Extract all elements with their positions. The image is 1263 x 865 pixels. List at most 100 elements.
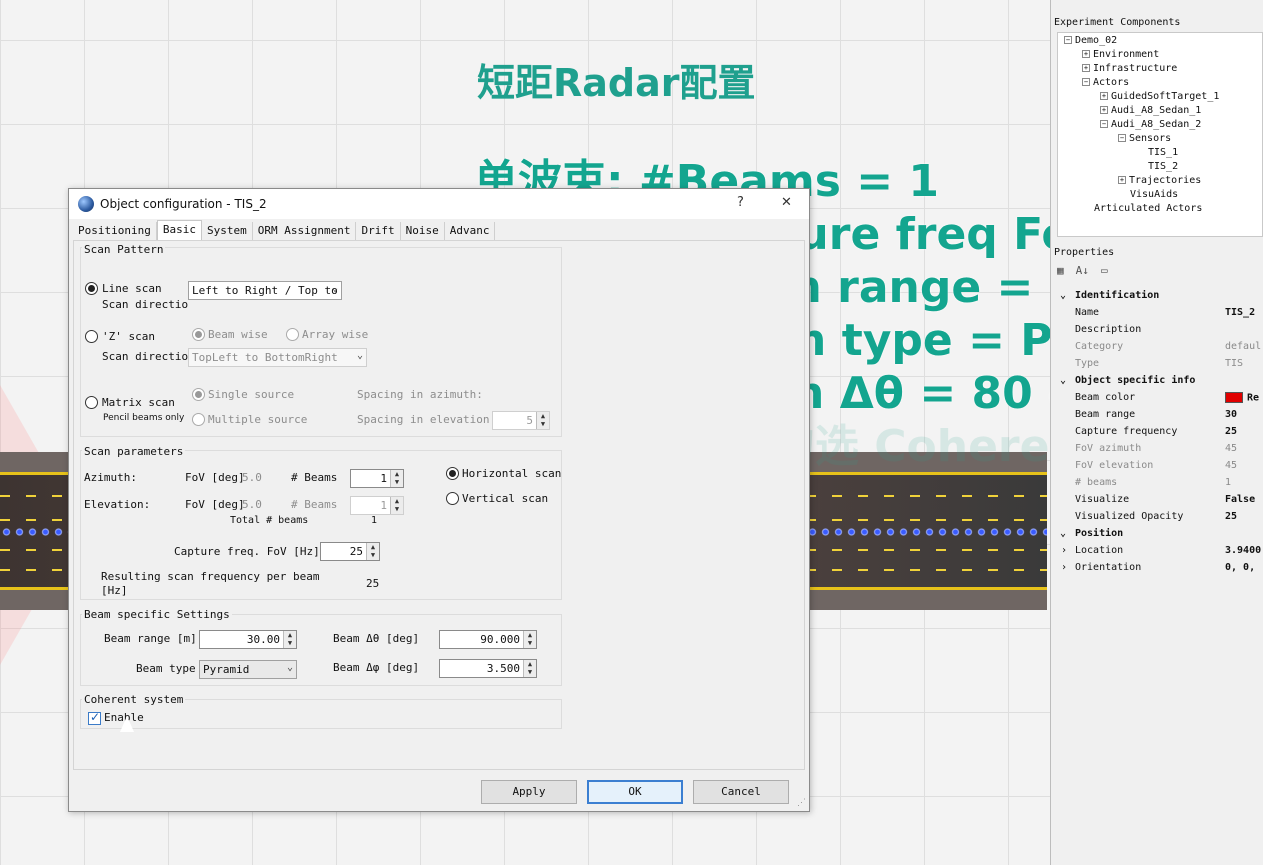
z-scan-direction-select[interactable]: TopLeft to BottomRight ⌄ <box>188 348 367 367</box>
chevron-down-icon: ⌄ <box>331 283 338 294</box>
property-value: 0, 0, <box>1225 562 1256 573</box>
collapse-icon[interactable]: − <box>1100 120 1108 128</box>
tree-node-label: Infrastructure <box>1093 63 1178 74</box>
el-beams-stepper[interactable]: 1 ▲ ▼ <box>350 496 404 515</box>
tree-node[interactable]: − Demo_02 <box>1064 35 1117 46</box>
elevation-label: Elevation: <box>84 498 151 511</box>
expand-icon[interactable]: + <box>1082 50 1090 58</box>
vertical-scan-radio[interactable] <box>446 492 459 505</box>
tree-node[interactable]: VisuAids <box>1118 189 1178 200</box>
help-icon[interactable]: ? <box>737 195 744 210</box>
tree-node[interactable]: Articulated Actors <box>1082 203 1202 214</box>
experiment-tree[interactable]: − Demo_02 + Environment + Infrastructure − Acto… <box>1057 32 1263 237</box>
az-beams-stepper[interactable]: 1 ▲ ▼ <box>350 469 404 488</box>
chevron-right-icon[interactable]: › <box>1061 562 1067 573</box>
matrix-scan-radio[interactable] <box>85 396 98 409</box>
property-row[interactable]: Category defaul <box>1057 339 1263 356</box>
el-fov-value[interactable]: 5.0 <box>242 498 262 511</box>
tree-node[interactable]: − Actors <box>1082 77 1129 88</box>
property-category[interactable]: ⌄ Object specific info <box>1057 373 1263 390</box>
tab-system[interactable]: System <box>202 222 253 240</box>
property-category[interactable]: ⌄ Identification <box>1057 288 1263 305</box>
z-scan-radio[interactable] <box>85 330 98 343</box>
capture-freq-stepper[interactable]: 25 ▲ ▼ <box>320 542 380 561</box>
property-key: Location <box>1075 545 1124 556</box>
property-row[interactable]: Capture frequency 25 <box>1057 424 1263 441</box>
dialog-titlebar[interactable]: Object configuration - TIS_2 ? ✕ <box>69 189 809 219</box>
property-row[interactable]: › Location 3.9400 <box>1057 543 1263 560</box>
collapse-icon[interactable]: − <box>1064 36 1072 44</box>
categorized-icon[interactable]: ▦ <box>1057 264 1064 277</box>
beam-dphi-stepper[interactable]: 3.500 ▲ ▼ <box>439 659 537 678</box>
beam-dtheta-stepper[interactable]: 90.000 ▲ ▼ <box>439 630 537 649</box>
total-beams-value: 1 <box>371 515 378 526</box>
tree-node[interactable]: + Infrastructure <box>1082 63 1177 74</box>
object-configuration-dialog: Object configuration - TIS_2 ? ✕ Positio… <box>68 188 810 812</box>
property-row[interactable]: › Orientation 0, 0, <box>1057 560 1263 577</box>
single-source-label: Single source <box>208 388 295 401</box>
beam-wise-radio[interactable] <box>192 328 205 341</box>
spacing-elevation-stepper[interactable]: 5 ▲ ▼ <box>492 411 550 430</box>
annotation-title: 短距Radar配置 <box>477 61 756 105</box>
tab-orm-assignment[interactable]: ORM Assignment <box>253 222 357 240</box>
beam-type-label: Beam type <box>136 662 196 675</box>
array-wise-radio[interactable] <box>286 328 299 341</box>
property-row[interactable]: Name TIS_2 <box>1057 305 1263 322</box>
tab-positioning[interactable]: Positioning <box>73 222 157 240</box>
tree-node[interactable]: TIS_2 <box>1136 161 1178 172</box>
property-row[interactable]: Visualize False <box>1057 492 1263 509</box>
property-row[interactable]: # beams 1 <box>1057 475 1263 492</box>
beam-range-stepper[interactable]: 30.00 ▲ ▼ <box>199 630 297 649</box>
tree-node[interactable]: + Audi_A8_Sedan_1 <box>1100 105 1201 116</box>
resize-grip-icon[interactable]: ⋰ <box>797 798 806 808</box>
expand-icon[interactable]: + <box>1118 176 1126 184</box>
tree-node[interactable]: + Trajectories <box>1118 175 1201 186</box>
close-icon[interactable]: ✕ <box>781 195 792 210</box>
expand-icon[interactable]: + <box>1082 64 1090 72</box>
property-value: defaul <box>1225 341 1262 352</box>
property-row[interactable]: FoV elevation 45 <box>1057 458 1263 475</box>
property-row[interactable]: Beam color Re <box>1057 390 1263 407</box>
chevron-right-icon[interactable]: › <box>1061 545 1067 556</box>
collapse-icon[interactable]: − <box>1082 78 1090 86</box>
coherent-enable-checkbox[interactable] <box>88 710 101 725</box>
property-pages-icon[interactable]: ▭ <box>1101 264 1108 277</box>
tree-node[interactable]: + Environment <box>1082 49 1159 60</box>
single-source-radio[interactable] <box>192 388 205 401</box>
az-fov-value[interactable]: 5.0 <box>242 471 262 484</box>
line-scan-direction-select[interactable]: Left to Right / Top to ⌄ <box>188 281 342 300</box>
chevron-down-icon[interactable]: ⌄ <box>1060 528 1066 539</box>
tree-node[interactable]: + GuidedSoftTarget_1 <box>1100 91 1219 102</box>
property-row[interactable]: Type TIS <box>1057 356 1263 373</box>
expand-icon[interactable]: + <box>1100 92 1108 100</box>
property-row[interactable]: FoV azimuth 45 <box>1057 441 1263 458</box>
tab-advanced[interactable]: Advanc <box>445 222 496 240</box>
ok-button[interactable]: OK <box>587 780 683 804</box>
cancel-button[interactable]: Cancel <box>693 780 789 804</box>
tree-node[interactable]: TIS_1 <box>1136 147 1178 158</box>
beam-type-select[interactable]: Pyramid ⌄ <box>199 660 297 679</box>
tab-drift[interactable]: Drift <box>356 222 401 240</box>
property-row[interactable]: Description <box>1057 322 1263 339</box>
tree-node[interactable]: − Audi_A8_Sedan_2 <box>1100 119 1201 130</box>
collapse-icon[interactable]: − <box>1118 134 1126 142</box>
line-scan-radio[interactable] <box>85 282 98 295</box>
multiple-source-radio[interactable] <box>192 413 205 426</box>
tree-node[interactable]: − Sensors <box>1118 133 1171 144</box>
expand-icon[interactable]: + <box>1100 106 1108 114</box>
property-category[interactable]: ⌄ Position <box>1057 526 1263 543</box>
horizontal-scan-radio[interactable] <box>446 467 459 480</box>
tab-noise[interactable]: Noise <box>401 222 445 240</box>
az-fov-label: FoV [deg] <box>185 471 245 484</box>
property-key: Capture frequency <box>1075 426 1178 437</box>
tab-basic[interactable]: Basic <box>156 220 202 240</box>
property-row[interactable]: Beam range 30 <box>1057 407 1263 424</box>
sort-az-icon[interactable]: A↓ <box>1076 264 1089 277</box>
apply-button[interactable]: Apply <box>481 780 577 804</box>
array-wise-label: Array wise <box>302 328 369 341</box>
capture-freq-label: Capture freq. FoV [Hz] <box>174 545 320 558</box>
chevron-down-icon[interactable]: ⌄ <box>1060 375 1066 386</box>
tree-node-label: Sensors <box>1129 133 1172 144</box>
chevron-down-icon[interactable]: ⌄ <box>1060 290 1066 301</box>
property-row[interactable]: Visualized Opacity 25 <box>1057 509 1263 526</box>
